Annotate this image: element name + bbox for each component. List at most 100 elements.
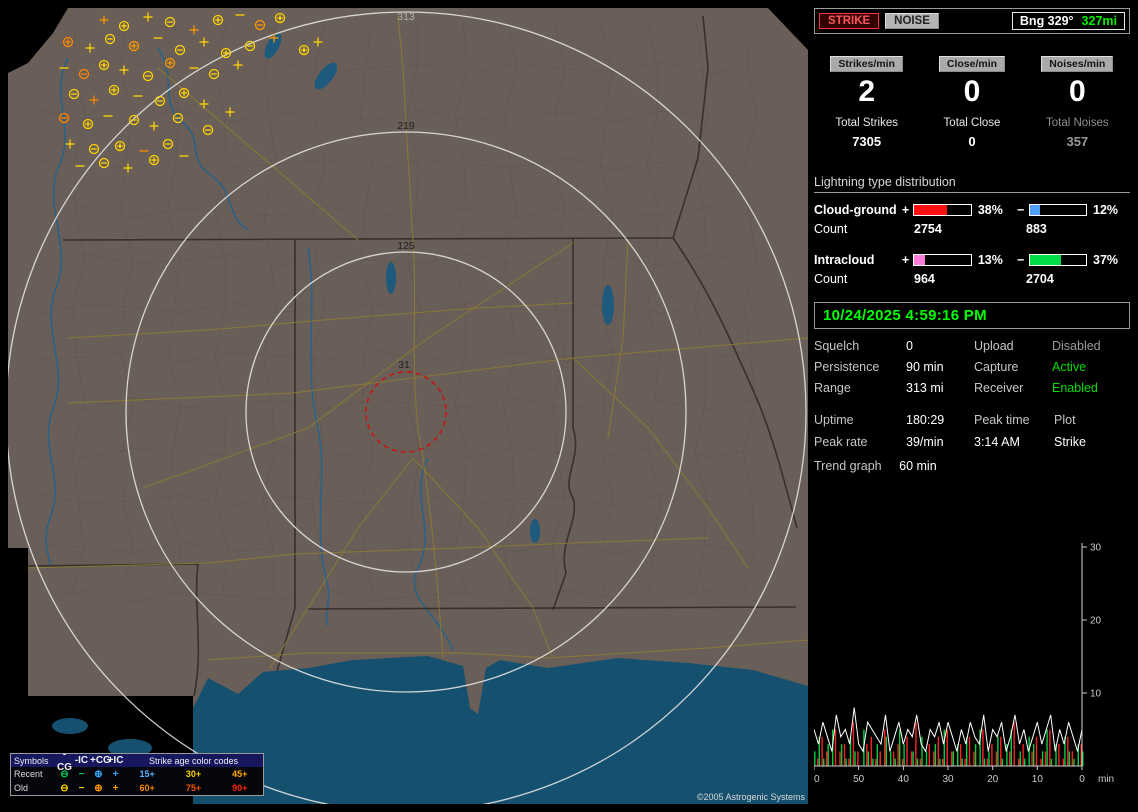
peak-rate-value: 39/min: [906, 435, 974, 449]
age-code: 60+: [140, 783, 155, 793]
noises-per-min-button[interactable]: Noises/min: [1041, 56, 1113, 72]
x-tick-label: 10: [1032, 774, 1044, 785]
plot-value: Strike: [1054, 435, 1130, 449]
legend-age-header: Strike age color codes: [124, 756, 263, 766]
upload-label: Upload: [974, 339, 1052, 353]
ic-negative-bar: [1029, 254, 1087, 266]
bearing-value: Bng 329°: [1020, 14, 1074, 28]
cloud-ground-row: Cloud-ground + 38% − 12%: [814, 202, 1130, 217]
y-tick-label: 10: [1090, 689, 1102, 700]
ic-negative-bar-fill: [1030, 255, 1061, 265]
noises-per-min-counter: Noises/min 0: [1025, 56, 1130, 109]
noises-per-min-value: 0: [1025, 75, 1130, 109]
plot-label: Plot: [1054, 413, 1130, 427]
cg-positive-count: 2754: [914, 222, 1026, 236]
strike-button[interactable]: STRIKE: [819, 13, 879, 29]
trend-graph: 6050403020100min 302010: [814, 538, 1130, 804]
ic-positive-bar: [913, 254, 971, 266]
squelch-value: 0: [906, 339, 974, 353]
x-tick-label: 40: [898, 774, 910, 785]
count-label: Count: [814, 272, 914, 286]
legend-age-values: 15+ 30+ 45+: [124, 769, 263, 779]
distribution-title: Lightning type distribution: [814, 175, 1130, 193]
ic-negative-pct: 37%: [1089, 253, 1130, 267]
legend-col-pic: +IC: [107, 754, 124, 767]
alert-bar: STRIKE NOISE Bng 329°327mi: [814, 8, 1130, 34]
x-tick-label: 20: [987, 774, 999, 785]
intracloud-label: Intracloud: [814, 253, 900, 267]
age-code: 15+: [140, 769, 155, 779]
close-per-min-value: 0: [919, 75, 1024, 109]
trend-graph-svg: 6050403020100min 302010: [814, 538, 1130, 804]
intracloud-row: Intracloud + 13% − 37%: [814, 252, 1130, 267]
noise-button[interactable]: NOISE: [885, 13, 939, 29]
map-panel: 31321912531 Symbols -CG -IC +CG +IC Stri…: [8, 8, 808, 804]
range-ring-label: 313: [397, 11, 415, 23]
copyright-text: ©2005 Astrogenic Systems: [697, 792, 805, 802]
x-axis-ticks: 6050403020100min: [814, 766, 1114, 785]
ic-positive-count: 964: [914, 272, 1026, 286]
total-close-value: 0: [919, 134, 1024, 149]
age-code: 30+: [186, 769, 201, 779]
range-value: 313 mi: [906, 381, 974, 395]
total-close-label: Total Close: [919, 117, 1024, 129]
close-per-min-counter: Close/min 0: [919, 56, 1024, 109]
range-ring-label: 219: [397, 120, 415, 132]
cg-negative-pct: 12%: [1089, 203, 1130, 217]
stats-grid: Uptime 180:29 Peak time Plot Peak rate 3…: [814, 413, 1130, 449]
uptime-label: Uptime: [814, 413, 906, 427]
x-tick-label: 60: [814, 774, 820, 785]
total-noises-label: Total Noises: [1025, 117, 1130, 129]
legend-symbols-header: Symbols: [11, 756, 56, 766]
close-per-min-button[interactable]: Close/min: [939, 56, 1005, 72]
range-ring-label: 31: [398, 359, 410, 371]
trend-series: [814, 708, 1083, 766]
age-code: 90+: [232, 783, 247, 793]
cg-negative-bar-fill: [1030, 205, 1040, 215]
map-legend: Symbols -CG -IC +CG +IC Strike age color…: [10, 753, 264, 796]
lightning-map: 31321912531: [8, 8, 808, 804]
y-tick-label: 20: [1090, 616, 1102, 627]
x-axis-unit: min: [1098, 774, 1114, 785]
count-label: Count: [814, 222, 914, 236]
strikes-per-min-value: 2: [814, 75, 919, 109]
trend-graph-label: Trend graph: [814, 459, 882, 473]
trend-graph-row: Trend graph 60 min: [814, 459, 1130, 473]
strikes-per-min-button[interactable]: Strikes/min: [830, 56, 903, 72]
rate-counters: Strikes/min 2 Close/min 0 Noises/min 0: [814, 56, 1130, 109]
legend-symbol-icon: ⊖: [56, 782, 73, 795]
datetime-display: 10/24/2025 4:59:16 PM: [814, 302, 1130, 329]
minus-sign: −: [1015, 203, 1027, 217]
cloud-ground-counts: Count 2754 883: [814, 222, 1130, 236]
total-strikes-label: Total Strikes: [814, 117, 919, 129]
persistence-value: 90 min: [906, 360, 974, 374]
legend-symbol-icon: −: [73, 782, 90, 795]
y-tick-label: 30: [1090, 543, 1102, 554]
total-close: Total Close 0: [919, 117, 1024, 149]
intracloud-counts: Count 964 2704: [814, 272, 1130, 286]
legend-symbol-icon: +: [107, 768, 124, 781]
persistence-label: Persistence: [814, 360, 906, 374]
total-strikes-value: 7305: [814, 134, 919, 149]
minus-sign: −: [1015, 253, 1027, 267]
age-code: 45+: [232, 769, 247, 779]
cg-positive-bar-fill: [914, 205, 946, 215]
legend-symbol-icon: ⊕: [90, 782, 107, 795]
cg-negative-count: 883: [1026, 222, 1047, 236]
gulf-of-mexico: [193, 656, 808, 804]
ic-positive-bar-fill: [914, 255, 925, 265]
legend-age-values: 60+75+90+: [124, 783, 263, 793]
capture-status: Active: [1052, 360, 1130, 374]
trend-graph-value: 60 min: [899, 459, 937, 473]
cg-positive-bar: [913, 204, 971, 216]
peak-rate-label: Peak rate: [814, 435, 906, 449]
x-tick-label: 50: [853, 774, 865, 785]
legend-symbol-icon: ⊕: [90, 768, 107, 781]
squelch-label: Squelch: [814, 339, 906, 353]
totals: Total Strikes 7305 Total Close 0 Total N…: [814, 117, 1130, 149]
legend-symbol-icon: ⊖: [56, 768, 73, 781]
peak-time-value: 3:14 AM: [974, 435, 1054, 449]
total-noises: Total Noises 357: [1025, 117, 1130, 149]
legend-col-nic: -IC: [73, 754, 90, 767]
receiver-status: Enabled: [1052, 381, 1130, 395]
